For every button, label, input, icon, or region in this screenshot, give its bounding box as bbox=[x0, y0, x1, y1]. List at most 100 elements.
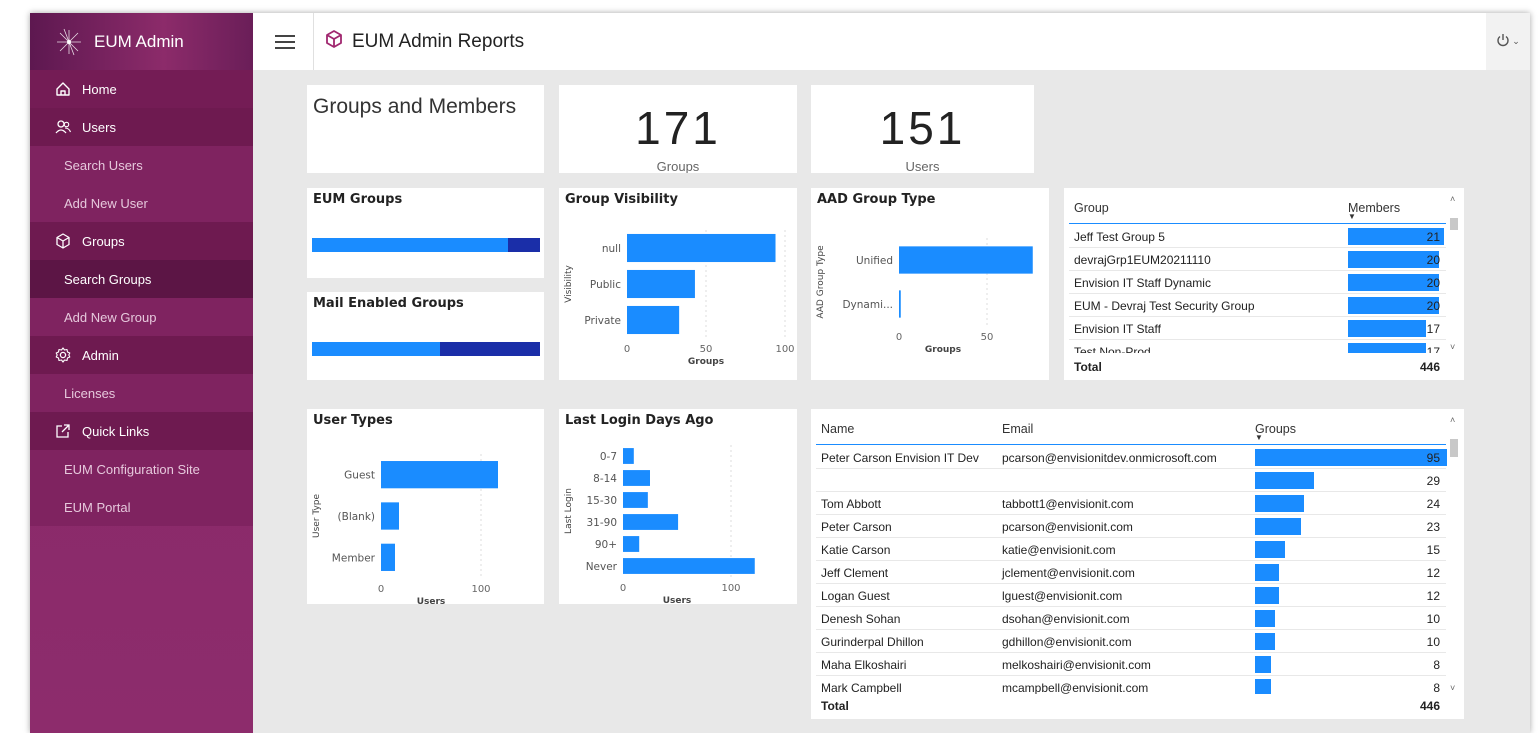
sidebar-item-search-groups[interactable]: Search Groups bbox=[30, 260, 253, 298]
bar-public[interactable] bbox=[627, 269, 695, 299]
mail-enabled-bar-primary[interactable] bbox=[312, 342, 440, 356]
kpi-users-card: 151 Users bbox=[811, 85, 1034, 173]
data-bar bbox=[1348, 251, 1439, 268]
sidebar-item-admin[interactable]: Admin bbox=[30, 336, 253, 374]
table-row[interactable]: Tom Abbott tabbott1@envisionit.com 24 bbox=[816, 492, 1446, 515]
scrollbar-thumb[interactable] bbox=[1450, 439, 1458, 457]
brand[interactable]: EUM Admin bbox=[30, 13, 253, 70]
bar-31-90[interactable] bbox=[623, 514, 679, 530]
x-tick-label: 50 bbox=[981, 332, 994, 343]
sidebar-item-groups[interactable]: Groups bbox=[30, 222, 253, 260]
bar-member[interactable] bbox=[381, 543, 395, 571]
group-visibility-chart: 0 50 100 null Public Private Groups Visibility bbox=[564, 230, 795, 367]
y-tick-label: null bbox=[602, 243, 621, 255]
table-row[interactable]: Denesh Sohan dsohan@envisionit.com 10 bbox=[816, 607, 1446, 630]
table-row[interactable]: Test Non-Prod 17 bbox=[1069, 340, 1446, 353]
cell-groups: 24 bbox=[1426, 497, 1440, 511]
cell-email: lguest@envisionit.com bbox=[1002, 589, 1123, 603]
cell-name: Envision IT Staff bbox=[1074, 322, 1161, 336]
cell-groups: 29 bbox=[1426, 474, 1440, 488]
users-icon bbox=[54, 118, 72, 136]
y-axis-label: AAD Group Type bbox=[816, 245, 826, 319]
bar-dynami-[interactable] bbox=[899, 290, 901, 318]
x-axis-label: Users bbox=[417, 597, 446, 604]
page-title-text: EUM Admin Reports bbox=[352, 30, 525, 52]
x-tick-label: 0 bbox=[896, 332, 902, 343]
x-tick-label: 0 bbox=[378, 584, 384, 595]
power-button[interactable]: ⌄ bbox=[1486, 13, 1530, 70]
sidebar-item-eum-configuration-site[interactable]: EUM Configuration Site bbox=[30, 450, 253, 488]
table-row[interactable]: Mark Campbell mcampbell@envisionit.com 8 bbox=[816, 676, 1446, 694]
sidebar-item-quick-links[interactable]: Quick Links bbox=[30, 412, 253, 450]
sidebar-item-add-new-group[interactable]: Add New Group bbox=[30, 298, 253, 336]
table-row[interactable]: Peter Carson Envision IT Dev pcarson@envi… bbox=[816, 446, 1447, 469]
kpi-groups-value: 171 bbox=[635, 102, 721, 154]
scrollbar-thumb[interactable] bbox=[1450, 218, 1458, 230]
scroll-up-icon[interactable]: ˄ bbox=[1450, 194, 1455, 204]
column-header-name[interactable]: Name bbox=[821, 422, 854, 436]
sidebar-item-home[interactable]: Home bbox=[30, 70, 253, 108]
sidebar-item-label: Licenses bbox=[64, 385, 116, 401]
column-header-email[interactable]: Email bbox=[1002, 422, 1033, 436]
cell-name: Test Non-Prod bbox=[1074, 345, 1151, 353]
cell-name: Maha Elkoshairi bbox=[821, 658, 907, 672]
mail-enabled-bar-secondary[interactable] bbox=[440, 342, 540, 356]
table-row[interactable]: Jeff Clement jclement@envisionit.com 12 bbox=[816, 561, 1446, 584]
cell-email: dsohan@envisionit.com bbox=[1002, 612, 1130, 626]
bar-8-14[interactable] bbox=[623, 470, 650, 486]
table-row[interactable]: Envision IT Staff 17 bbox=[1069, 317, 1446, 340]
menu-toggle-icon[interactable] bbox=[275, 34, 295, 49]
external-link-icon bbox=[54, 422, 72, 440]
column-header-group[interactable]: Group bbox=[1074, 201, 1109, 215]
y-tick-label: (Blank) bbox=[338, 511, 375, 523]
users-table-scrollbar[interactable]: ˄ ˅ bbox=[1450, 415, 1458, 695]
y-tick-label: Never bbox=[586, 561, 618, 573]
bar-null[interactable] bbox=[627, 233, 776, 263]
y-tick-label: Dynami... bbox=[842, 299, 893, 311]
cell-email: melkoshairi@envisionit.com bbox=[1002, 658, 1151, 672]
table-row[interactable]: Peter Carson pcarson@envisionit.com 23 bbox=[816, 515, 1446, 538]
groups-table-scrollbar[interactable]: ˄ ˅ bbox=[1450, 194, 1458, 354]
scroll-down-icon[interactable]: ˅ bbox=[1450, 342, 1455, 352]
sidebar-item-search-users[interactable]: Search Users bbox=[30, 146, 253, 184]
bar-90-[interactable] bbox=[623, 536, 640, 552]
data-bar bbox=[1255, 610, 1275, 627]
sidebar-item-add-new-user[interactable]: Add New User bbox=[30, 184, 253, 222]
bar-0-7[interactable] bbox=[623, 448, 634, 464]
sidebar-item-label: Search Users bbox=[64, 157, 143, 173]
table-row[interactable]: EUM - Devraj Test Security Group 20 bbox=[1069, 294, 1446, 317]
data-bar bbox=[1255, 656, 1271, 673]
top-bar: EUM Admin Reports ⌄ bbox=[253, 13, 1530, 70]
page-title: EUM Admin Reports bbox=[324, 29, 524, 55]
eum-groups-bar-secondary[interactable] bbox=[508, 238, 540, 252]
table-row[interactable]: Logan Guest lguest@envisionit.com 12 bbox=[816, 584, 1446, 607]
eum-groups-card: EUM Groups bbox=[307, 188, 544, 278]
y-tick-label: 0-7 bbox=[600, 451, 617, 463]
cell-name: Envision IT Staff Dynamic bbox=[1074, 276, 1211, 290]
scroll-down-icon[interactable]: ˅ bbox=[1450, 683, 1455, 693]
y-tick-label: Unified bbox=[856, 255, 893, 267]
sidebar-item-licenses[interactable]: Licenses bbox=[30, 374, 253, 412]
cell-groups: 8 bbox=[1433, 681, 1440, 694]
data-bar bbox=[1255, 449, 1447, 466]
table-row[interactable]: Maha Elkoshairi melkoshairi@envisionit.co… bbox=[816, 653, 1446, 676]
cell-email: jclement@envisionit.com bbox=[1002, 566, 1135, 580]
bar-private[interactable] bbox=[627, 305, 680, 335]
cell-name: Peter Carson Envision IT Dev bbox=[821, 451, 979, 465]
sidebar-item-users[interactable]: Users bbox=[30, 108, 253, 146]
bar-unified[interactable] bbox=[899, 246, 1033, 274]
bar-15-30[interactable] bbox=[623, 492, 648, 508]
table-row[interactable]: Katie Carson katie@envisionit.com 15 bbox=[816, 538, 1446, 561]
table-row[interactable]: Envision IT Staff Dynamic 20 bbox=[1069, 271, 1446, 294]
table-row[interactable]: Gurinderpal Dhillon gdhillon@envisionit.c… bbox=[816, 630, 1446, 653]
bar-guest[interactable] bbox=[381, 461, 498, 489]
eum-groups-bar-primary[interactable] bbox=[312, 238, 508, 252]
sidebar-item-eum-portal[interactable]: EUM Portal bbox=[30, 488, 253, 526]
table-row[interactable]: Jeff Test Group 5 21 bbox=[1069, 225, 1446, 248]
table-row[interactable]: 29 bbox=[816, 469, 1446, 492]
bar--blank-[interactable] bbox=[381, 502, 399, 530]
scroll-up-icon[interactable]: ˄ bbox=[1450, 415, 1455, 425]
bar-never[interactable] bbox=[623, 558, 755, 574]
mail-enabled-title: Mail Enabled Groups bbox=[313, 296, 464, 311]
table-row[interactable]: devrajGrp1EUM20211110 20 bbox=[1069, 248, 1446, 271]
